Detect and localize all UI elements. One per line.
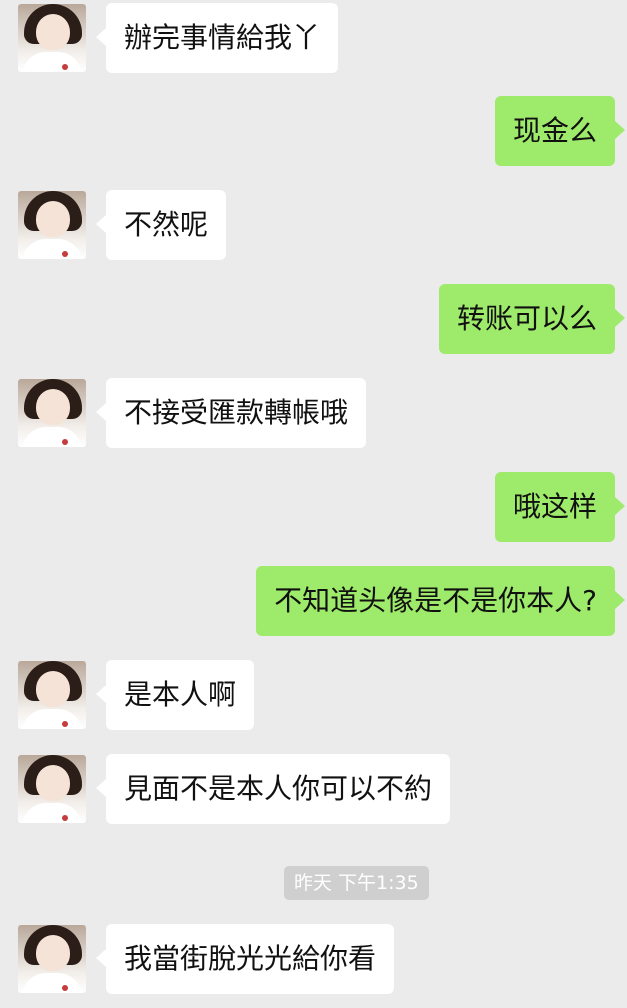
- message-bubble[interactable]: 我當街脫光光給你看: [95, 924, 395, 994]
- message-bubble[interactable]: 转账可以么: [438, 284, 626, 354]
- message-bubble[interactable]: 是本人啊: [95, 660, 255, 730]
- message-bubble[interactable]: 哦这样: [494, 472, 626, 542]
- contact-avatar[interactable]: [18, 925, 86, 993]
- message-bubble[interactable]: 不然呢: [95, 190, 227, 260]
- timestamp-badge: 昨天 下午1:35: [284, 866, 429, 900]
- contact-avatar[interactable]: [18, 4, 86, 72]
- contact-avatar[interactable]: [18, 191, 86, 259]
- message-bubble[interactable]: 现金么: [494, 96, 626, 166]
- message-bubble[interactable]: 不知道头像是不是你本人?: [256, 566, 625, 636]
- contact-avatar[interactable]: [18, 379, 86, 447]
- message-bubble[interactable]: 辦完事情給我丫: [95, 3, 339, 73]
- message-bubble[interactable]: 見面不是本人你可以不約: [95, 754, 451, 824]
- message-bubble[interactable]: 不接受匯款轉帳哦: [95, 378, 367, 448]
- contact-avatar[interactable]: [18, 755, 86, 823]
- contact-avatar[interactable]: [18, 661, 86, 729]
- chat-message-list[interactable]: 辦完事情給我丫 现金么 不然呢 转账可以么 不接受匯款轉帳哦 哦这样 不知道头像…: [0, 0, 627, 1008]
